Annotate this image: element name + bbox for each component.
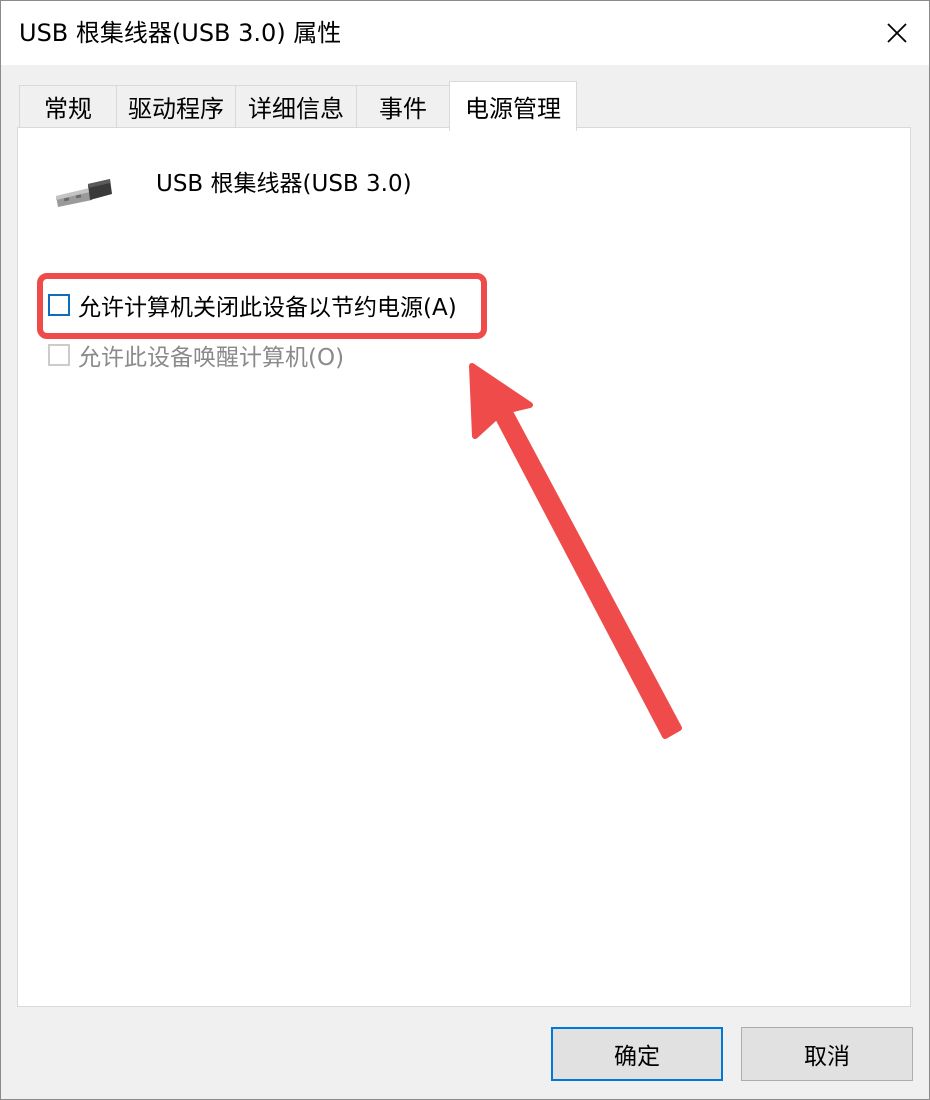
close-button[interactable] bbox=[865, 1, 929, 65]
tab-power-management[interactable]: 电源管理 bbox=[449, 81, 577, 131]
properties-dialog: USB 根集线器(USB 3.0) 属性 常规 驱动程序 详细信息 事件 电源管… bbox=[0, 0, 930, 1100]
tab-details[interactable]: 详细信息 bbox=[235, 85, 357, 127]
device-name: USB 根集线器(USB 3.0) bbox=[156, 171, 412, 197]
allow-wake-checkbox bbox=[48, 344, 70, 366]
window-title: USB 根集线器(USB 3.0) 属性 bbox=[19, 19, 342, 47]
power-management-panel: USB 根集线器(USB 3.0) 允许计算机关闭此设备以节约电源(A) 允许此… bbox=[17, 127, 911, 1007]
annotation-highlight-box bbox=[37, 273, 487, 339]
allow-wake-label: 允许此设备唤醒计算机(O) bbox=[78, 345, 345, 371]
cancel-button[interactable]: 取消 bbox=[741, 1027, 913, 1081]
allow-wake-option: 允许此设备唤醒计算机(O) bbox=[48, 338, 344, 372]
close-icon bbox=[887, 23, 907, 43]
tab-general[interactable]: 常规 bbox=[19, 85, 117, 127]
usb-plug-icon bbox=[56, 179, 112, 207]
title-bar: USB 根集线器(USB 3.0) 属性 bbox=[1, 1, 929, 65]
tab-driver[interactable]: 驱动程序 bbox=[116, 85, 236, 127]
tab-events[interactable]: 事件 bbox=[356, 85, 450, 127]
ok-button[interactable]: 确定 bbox=[551, 1027, 723, 1081]
